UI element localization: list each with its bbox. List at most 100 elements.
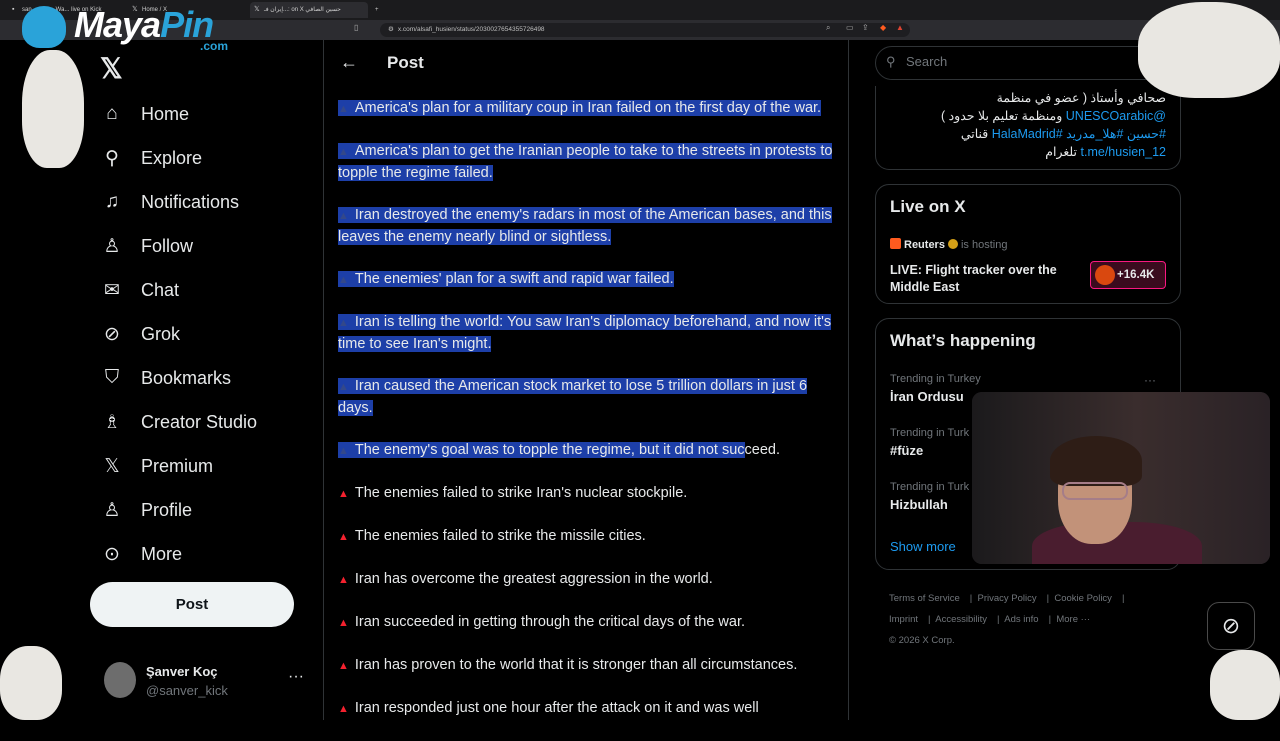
footer-link[interactable]: Ads info [1004, 614, 1038, 625]
browser-tab-active[interactable]: 𝕏 إيران فـ...: on X حسين الصافي [250, 2, 368, 18]
sidebar-item-explore[interactable]: ⚲ Explore [100, 136, 310, 180]
bio-mention-link[interactable]: @UNESCOarabic [1066, 109, 1166, 123]
footer-link[interactable]: Cookie Policy [1054, 593, 1112, 604]
post-paragraph: ▲ Iran responded just one hour after the … [338, 700, 759, 716]
x-logo-icon[interactable]: 𝕏 [100, 52, 123, 85]
post-paragraph: ▲ Iran succeeded in getting through the c… [338, 614, 746, 630]
home-icon: ⌂ [106, 103, 118, 124]
footer-link[interactable]: Privacy Policy [978, 593, 1037, 604]
post-paragraph: ▲ The enemies failed to strike Iran's nuc… [338, 485, 688, 501]
sidebar-item-grok[interactable]: ⊘ Grok [100, 312, 310, 356]
webcam-overlay [972, 392, 1270, 564]
bio-hashtag-link[interactable]: #حسين #هلا_مدريد #HalaMadrid [992, 127, 1166, 141]
post-paragraph: ▲ America's plan to get the Iranian peopl… [338, 143, 833, 181]
sidebar-item-premium[interactable]: 𝕏 Premium [100, 444, 310, 488]
sidebar-item-label: Follow [141, 235, 194, 256]
sidebar-item-home[interactable]: ⌂ Home [100, 92, 310, 136]
sidebar-item-label: Notifications [141, 191, 240, 212]
grok-icon[interactable]: ⊘ [1207, 602, 1255, 650]
triangle-icon: ▲ [338, 317, 349, 329]
sidebar-item-label: Grok [141, 323, 181, 344]
sidebar-item-label: More [141, 543, 183, 564]
post-paragraph: ▲ Iran has proven to the world that it is… [338, 657, 798, 673]
sidebar-item-profile[interactable]: ♙ Profile [100, 488, 310, 532]
triangle-icon: ▲ [338, 381, 349, 393]
column-divider [323, 40, 324, 720]
person-add-icon: ♙ [103, 235, 121, 257]
sidebar-item-label: Profile [141, 499, 193, 520]
user-display-name: Şanver Koç [146, 664, 218, 679]
post-header: ← Post [324, 40, 848, 88]
x-icon: 𝕏 [104, 455, 120, 477]
bio-telegram-link[interactable]: t.me/husien_12 [1081, 145, 1166, 159]
bio-line: صحافي وأستاذ ( عضو في منظمة [996, 91, 1166, 105]
post-body: ▲ America's plan for a military coup in I… [338, 98, 836, 741]
triangle-icon: ▲ [338, 445, 349, 457]
author-bio-card: صحافي وأستاذ ( عضو في منظمة @UNESCOarabi… [875, 86, 1181, 170]
bookmark-icon[interactable]: ▯ [354, 23, 358, 32]
post-paragraph: ▲ The enemies failed to strike the missil… [338, 528, 646, 544]
mail-icon: ✉ [104, 279, 120, 301]
share-icon[interactable]: ⇪ [862, 23, 869, 32]
person-icon: ♙ [103, 499, 121, 521]
cat-overlay [0, 646, 62, 720]
url-field[interactable]: ⚙ x.com/alsafi_husien/status/203002765435… [380, 23, 910, 37]
sidebar-item-bookmarks[interactable]: ⛉ Bookmarks [100, 356, 310, 400]
footer-link[interactable]: Imprint [889, 614, 918, 625]
post-paragraph: ▲ Iran is telling the world: You saw Iran… [338, 314, 832, 352]
page-title: Post [387, 53, 424, 72]
live-avatar-icon [1095, 265, 1115, 285]
flask-icon: ♗ [103, 411, 121, 433]
triangle-icon: ▲ [338, 274, 349, 286]
sidebar-item-creator-studio[interactable]: ♗ Creator Studio [100, 400, 310, 444]
listener-count-badge[interactable]: +16.4K [1090, 261, 1166, 289]
bio-line: @UNESCOarabic ومنظمة تعليم بلا حدود ) [940, 109, 1166, 123]
back-arrow-icon[interactable]: ← [340, 52, 358, 73]
triangle-icon: ▲ [338, 703, 349, 715]
new-tab-button[interactable]: + [372, 2, 386, 18]
search-box[interactable]: ⚲ [875, 46, 1181, 80]
x-favicon-icon: 𝕏 [254, 6, 260, 13]
rewards-icon[interactable]: ▲ [896, 23, 904, 32]
show-more-link[interactable]: Show more [890, 539, 956, 554]
bell-icon: ♫ [104, 191, 120, 212]
sidebar-item-more[interactable]: ⊙ More [100, 532, 310, 576]
mascot-icon [22, 6, 66, 48]
bio-line: t.me/husien_12 تلغرام [1045, 145, 1166, 159]
footer-link[interactable]: Terms of Service [889, 593, 960, 604]
account-switcher[interactable]: Şanver Koç @sanver_kick ··· [100, 660, 310, 704]
live-on-x-card: Live on X Reuters is hosting LIVE: Flight… [875, 184, 1181, 304]
post-button[interactable]: Post [90, 582, 294, 627]
bio-line: #حسين #هلا_مدريد #HalaMadrid قناتي [960, 127, 1166, 141]
sidebar-item-label: Chat [141, 279, 180, 300]
live-description[interactable]: LIVE: Flight tracker over the Middle Eas… [890, 262, 1080, 296]
more-dots-icon[interactable]: ··· [1144, 373, 1156, 387]
screen-icon[interactable]: ▭ [846, 23, 854, 32]
watermark-logo: MayaPin .com [10, 2, 230, 53]
copyright: © 2026 X Corp. [889, 635, 955, 646]
search-input[interactable] [904, 53, 1168, 70]
triangle-icon: ▲ [338, 617, 349, 629]
triangle-icon: ▲ [338, 103, 349, 115]
live-host[interactable]: Reuters is hosting [890, 238, 1007, 251]
verified-badge-icon [947, 239, 958, 249]
zoom-icon[interactable]: ⌕ [826, 23, 830, 33]
more-dots-icon[interactable]: ··· [288, 668, 304, 686]
cat-overlay [1210, 650, 1280, 720]
sidebar-nav: ⌂ Home ⚲ Explore ♫ Notifications ♙ Follow ✉ C… [100, 92, 310, 576]
sidebar-item-chat[interactable]: ✉ Chat [100, 268, 310, 312]
footer-links: Terms of Service | Privacy Policy | Cookie… [889, 588, 1189, 651]
triangle-icon: ▲ [338, 210, 349, 222]
triangle-icon: ▲ [338, 531, 349, 543]
sidebar-item-label: Home [141, 103, 190, 124]
brave-shield-icon[interactable]: ◆ [880, 23, 886, 32]
sidebar-item-label: Explore [141, 147, 203, 168]
triangle-icon: ▲ [338, 488, 349, 500]
avatar [104, 662, 136, 698]
footer-link[interactable]: More ··· [1056, 614, 1090, 625]
footer-link[interactable]: Accessibility [935, 614, 987, 625]
sidebar-item-follow[interactable]: ♙ Follow [100, 224, 310, 268]
sidebar-item-label: Premium [141, 455, 214, 476]
site-info-icon[interactable]: ⚙ [388, 26, 394, 33]
sidebar-item-notifications[interactable]: ♫ Notifications [100, 180, 310, 224]
